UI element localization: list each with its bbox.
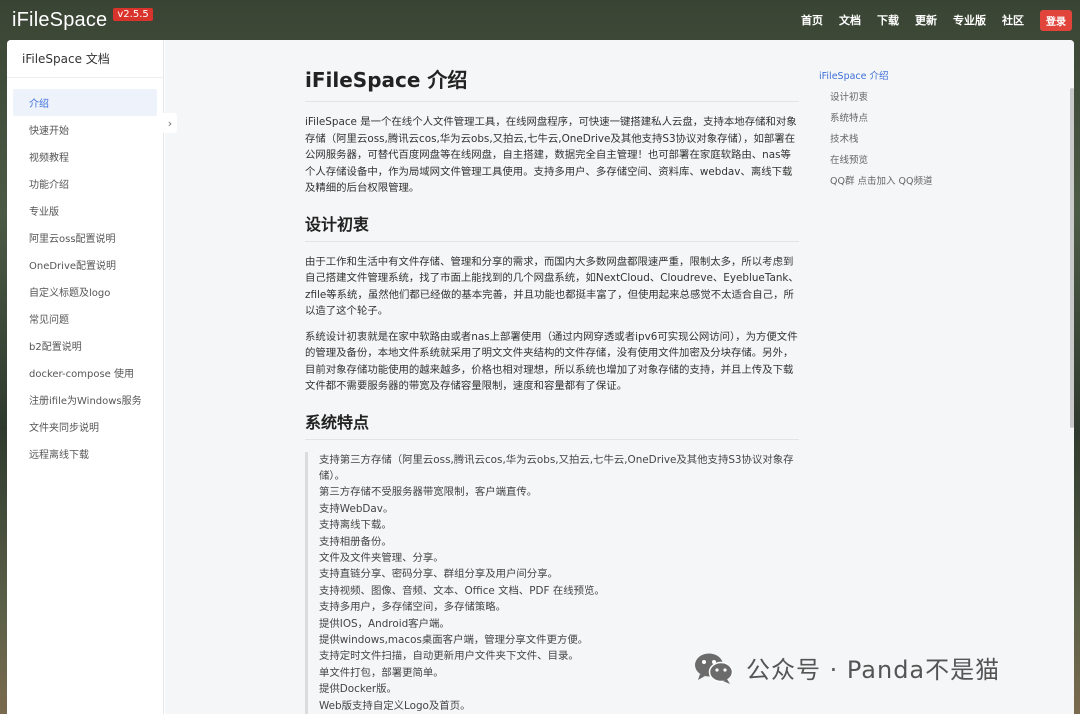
- sidebar-item-b2[interactable]: b2配置说明: [13, 332, 157, 359]
- feature-item: 支持第三方存储（阿里云oss,腾讯云cos,华为云obs,又拍云,七牛云,One…: [319, 453, 794, 482]
- sidebar-item-custom-logo[interactable]: 自定义标题及logo: [13, 278, 157, 305]
- sidebar-item-video[interactable]: 视频教程: [13, 143, 157, 170]
- feature-item: Web版支持自定义Logo及首页。: [319, 699, 471, 712]
- intro-paragraph: iFileSpace 是一个在线个人文件管理工具，在线网盘程序，可快速一键搭建私…: [305, 116, 797, 194]
- article: iFileSpace 介绍 iFileSpace 是一个在线个人文件管理工具，在…: [305, 64, 799, 714]
- toc-item-features[interactable]: 系统特点: [819, 110, 1019, 131]
- sidebar-title: iFileSpace 文档: [7, 40, 163, 78]
- version-badge: v2.5.5: [113, 7, 153, 21]
- feature-item: 提供windows,macos桌面客户端，管理分享文件更方便。: [319, 633, 589, 646]
- feature-item: 支持多用户，多存储空间，多存储策略。: [319, 601, 507, 614]
- sidebar-item-quickstart[interactable]: 快速开始: [13, 116, 157, 143]
- sidebar-item-onedrive[interactable]: OneDrive配置说明: [13, 251, 157, 278]
- watermark: 公众号 · Panda不是猫: [694, 650, 1000, 685]
- feature-item: 支持直链分享、密码分享、群组分享及用户间分享。: [319, 568, 558, 581]
- nav-docs[interactable]: 文档: [839, 12, 861, 28]
- sidebar-toggle[interactable]: ›: [163, 113, 177, 133]
- sidebar-item-docker-compose[interactable]: docker-compose 使用: [13, 359, 157, 386]
- feature-item: 支持离线下载。: [319, 519, 392, 532]
- section-heading-features: 系统特点: [305, 409, 799, 440]
- design-paragraph-1: 由于工作和生活中有文件存储、管理和分享的需求，而国内大多数网盘都限速严重，限制太…: [305, 255, 799, 318]
- watermark-text: 公众号 · Panda不是猫: [746, 656, 1001, 684]
- sidebar-item-aliyun-oss[interactable]: 阿里云oss配置说明: [13, 224, 157, 251]
- sidebar-item-folder-sync[interactable]: 文件夹同步说明: [13, 413, 157, 440]
- sidebar-item-intro[interactable]: 介绍: [13, 89, 157, 116]
- table-of-contents: iFileSpace 介绍 设计初衷 系统特点 技术栈 在线预览 QQ群 点击加…: [819, 68, 1019, 194]
- docs-window: iFileSpace 文档 介绍 快速开始 视频教程 功能介绍 专业版 阿里云o…: [7, 40, 1074, 714]
- feature-item: 支持WebDav。: [319, 502, 394, 515]
- feature-item: 文件及文件夹管理、分享。: [319, 551, 444, 564]
- feature-item: 支持视频、图像、音频、文本、Office 文档、PDF 在线预览。: [319, 584, 605, 597]
- wechat-icon: [695, 653, 734, 684]
- toc-item-online-preview[interactable]: 在线预览: [819, 152, 1019, 173]
- feature-item: 支持相册备份。: [319, 535, 392, 548]
- chevron-right-icon: ›: [167, 116, 173, 130]
- sidebar-item-remote-download[interactable]: 远程离线下载: [13, 440, 157, 467]
- sidebar-list: 介绍 快速开始 视频教程 功能介绍 专业版 阿里云oss配置说明 OneDriv…: [7, 78, 163, 467]
- design-paragraph-2: 系统设计初衷就是在家中软路由或者nas上部署使用（通过内网穿透或者ipv6可实现…: [305, 330, 798, 393]
- sidebar-item-windows-service[interactable]: 注册ifile为Windows服务: [13, 386, 157, 413]
- page-title: iFileSpace 介绍: [305, 64, 799, 102]
- nav-download[interactable]: 下载: [877, 12, 899, 28]
- sidebar-item-features[interactable]: 功能介绍: [13, 170, 157, 197]
- feature-item: 提供IOS，Android客户端。: [319, 617, 450, 630]
- sidebar-item-pro[interactable]: 专业版: [13, 197, 157, 224]
- sidebar: iFileSpace 文档 介绍 快速开始 视频教程 功能介绍 专业版 阿里云o…: [7, 40, 164, 714]
- scrollbar[interactable]: [1070, 88, 1074, 428]
- top-navbar: iFileSpace v2.5.5 首页 文档 下载 更新 专业版 社区 登录: [0, 0, 1080, 40]
- section-heading-design: 设计初衷: [305, 211, 799, 242]
- nav-changelog[interactable]: 更新: [915, 12, 937, 28]
- sidebar-item-faq[interactable]: 常见问题: [13, 305, 157, 332]
- toc-item-intro[interactable]: iFileSpace 介绍: [819, 68, 1019, 89]
- feature-item: 第三方存储不受服务器带宽限制，客户端直传。: [319, 486, 538, 499]
- toc-item-qq-group[interactable]: QQ群 点击加入 QQ频道: [819, 173, 1019, 194]
- login-button[interactable]: 登录: [1040, 9, 1072, 31]
- nav-home[interactable]: 首页: [801, 12, 823, 28]
- brand[interactable]: iFileSpace v2.5.5: [12, 7, 153, 32]
- nav-pro[interactable]: 专业版: [953, 12, 986, 28]
- brand-name[interactable]: iFileSpace: [12, 9, 107, 32]
- top-nav-links: 首页 文档 下载 更新 专业版 社区 登录: [785, 9, 1072, 31]
- nav-community[interactable]: 社区: [1002, 12, 1024, 28]
- toc-item-tech-stack[interactable]: 技术栈: [819, 131, 1019, 152]
- toc-item-design[interactable]: 设计初衷: [819, 89, 1019, 110]
